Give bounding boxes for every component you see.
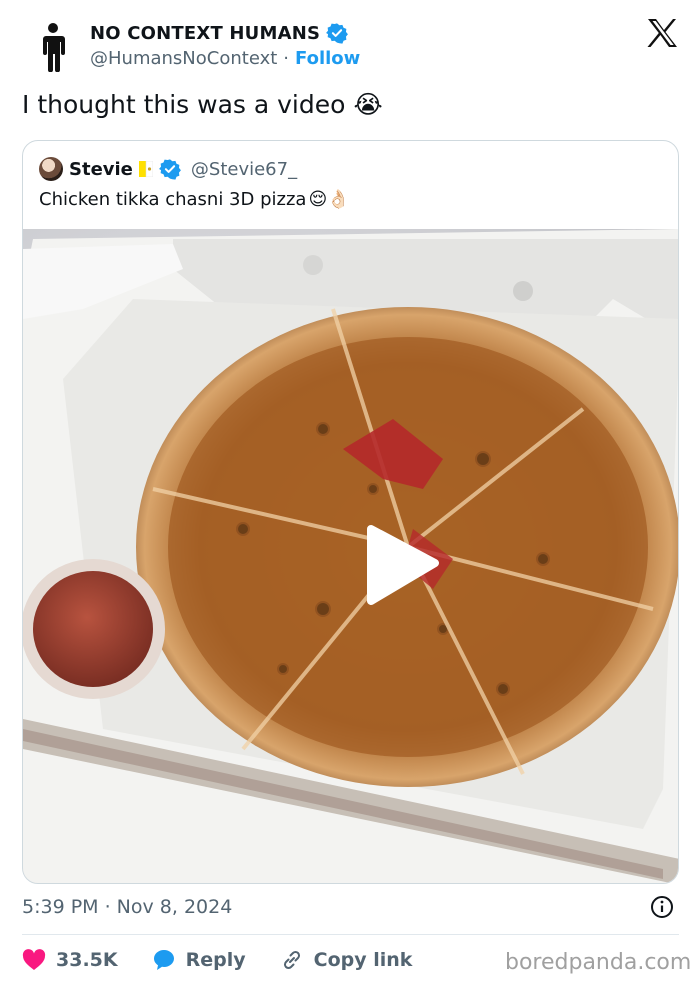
author-display-name[interactable]: NO CONTEXT HUMANS	[90, 23, 320, 44]
quoted-author-avatar[interactable]	[39, 157, 63, 181]
divider	[22, 934, 679, 935]
quoted-tweet-text: Chicken tikka chasni 3D pizza 😌👌🏻	[39, 189, 350, 210]
like-button[interactable]: 33.5K	[22, 949, 118, 971]
quoted-author-handle[interactable]: @Stevie67_	[191, 159, 297, 180]
quoted-tweet-body: Chicken tikka chasni 3D pizza	[39, 189, 307, 210]
action-bar: 33.5K Reply Copy link	[22, 944, 446, 976]
info-icon[interactable]	[650, 895, 674, 919]
follow-button[interactable]: Follow	[295, 48, 360, 69]
tweet-text: I thought this was a video 😭	[22, 90, 383, 119]
crying-face-emoji: 😭	[353, 90, 383, 119]
author-handle[interactable]: @HumansNoContext	[90, 48, 277, 69]
like-count: 33.5K	[56, 949, 118, 971]
link-icon	[283, 950, 300, 970]
copy-link-label: Copy link	[313, 949, 413, 971]
tweet-timestamp[interactable]: 5:39 PM · Nov 8, 2024	[22, 896, 232, 918]
tweet-header: NO CONTEXT HUMANS @HumansNoContext · Fol…	[0, 0, 700, 90]
quoted-author-name[interactable]: Stevie	[69, 159, 133, 180]
reply-label: Reply	[185, 949, 246, 971]
tweet-body: I thought this was a video	[22, 90, 346, 119]
separator-dot: ·	[283, 48, 290, 69]
verified-badge-icon	[326, 23, 349, 44]
author-name-row: NO CONTEXT HUMANS	[90, 22, 349, 44]
pizza-photo[interactable]	[23, 229, 679, 884]
vatican-flag-icon	[138, 161, 153, 177]
speech-bubble-icon	[153, 950, 174, 970]
copy-link-button[interactable]: Copy link	[280, 948, 413, 972]
quoted-tweet-header: Stevie @Stevie67_	[39, 157, 297, 181]
author-handle-row: @HumansNoContext · Follow	[90, 48, 360, 69]
heart-icon	[22, 949, 46, 970]
watermark: boredpanda.com	[505, 950, 692, 975]
standing-person-icon[interactable]	[32, 22, 74, 72]
x-logo-icon[interactable]	[646, 18, 678, 48]
reply-button[interactable]: Reply	[152, 948, 246, 972]
quoted-tweet-card[interactable]: Stevie @Stevie67_ Chicken tikka chasni 3…	[22, 140, 679, 884]
relieved-ok-emoji: 😌👌🏻	[308, 189, 350, 210]
verified-badge-icon	[158, 159, 181, 180]
